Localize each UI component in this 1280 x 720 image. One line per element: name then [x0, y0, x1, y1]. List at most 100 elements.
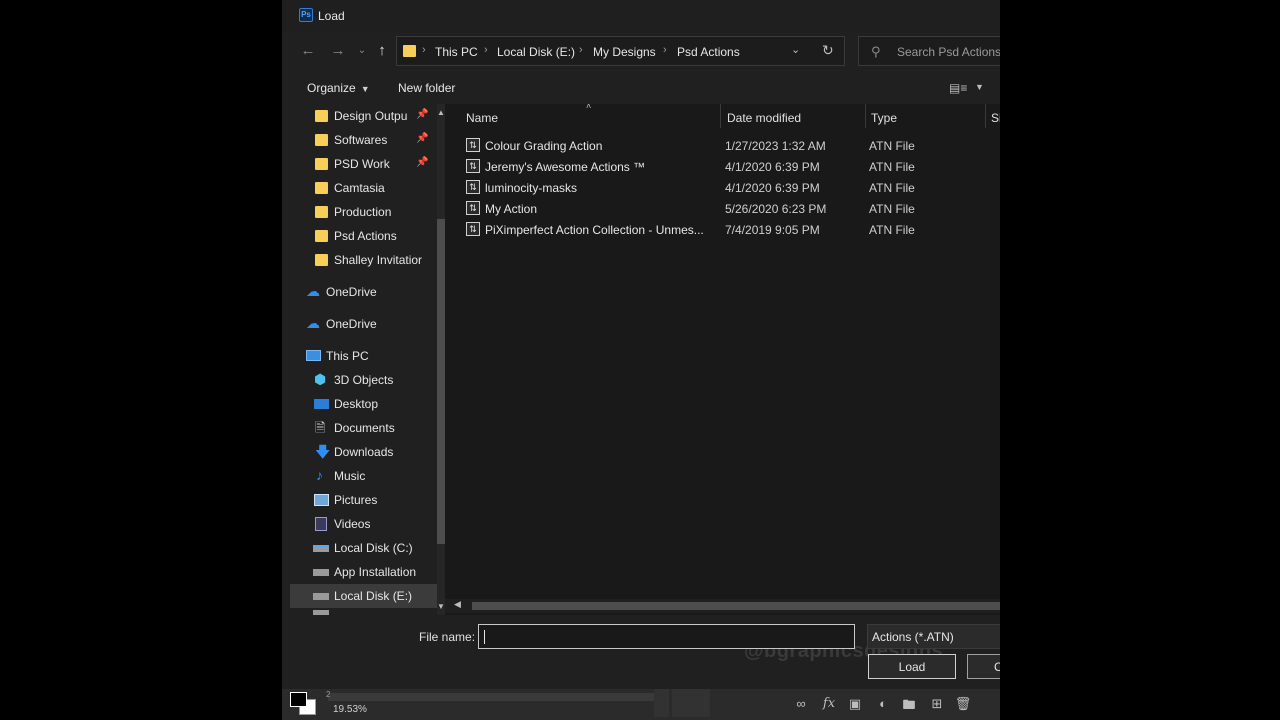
nav-item-3d-objects[interactable]: ⬢ 3D Objects — [290, 368, 437, 392]
file-row[interactable]: ⇅ Colour Grading Action 1/27/2023 1:32 A… — [461, 135, 1000, 156]
recent-locations-chevron-icon[interactable]: ⌄ — [352, 41, 372, 61]
column-divider[interactable] — [865, 104, 866, 128]
link-layers-icon[interactable]: ∞ — [792, 696, 810, 711]
address-dropdown-chevron-icon[interactable]: ⌄ — [791, 43, 800, 56]
scrollbar-thumb[interactable] — [437, 219, 445, 544]
nav-item-music[interactable]: ♪ Music — [290, 464, 437, 488]
nav-item-psd-work[interactable]: PSD Work 📌 — [290, 152, 437, 176]
view-options-caret-icon[interactable]: ▼ — [975, 82, 984, 92]
command-bar: Organize ▼ New folder ▤≡ ▼ — [282, 73, 1000, 103]
breadcrumb-chevron-icon[interactable]: › — [579, 44, 583, 56]
file-name: My Action — [485, 202, 538, 216]
folder-icon — [315, 254, 328, 266]
breadcrumb-psd-actions[interactable]: Psd Actions — [677, 45, 740, 59]
nav-item-this-pc[interactable]: This PC — [290, 344, 437, 368]
caret-down-icon: ▼ — [360, 84, 370, 94]
nav-item-psd-actions[interactable]: Psd Actions — [290, 224, 437, 248]
back-arrow-icon[interactable]: ← — [298, 41, 318, 61]
nav-item-softwares[interactable]: Softwares 📌 — [290, 128, 437, 152]
nav-item-documents[interactable]: 🗎 Documents — [290, 416, 437, 440]
new-group-folder-icon[interactable]: 🖿 — [900, 696, 918, 718]
file-date: 5/26/2020 6:23 PM — [725, 202, 827, 216]
organize-button[interactable]: Organize ▼ — [307, 81, 370, 95]
file-name: Jeremy's Awesome Actions ™ — [485, 160, 646, 174]
computer-icon — [306, 350, 321, 361]
new-layer-icon[interactable]: ⊞ — [928, 696, 946, 712]
dialog-footer: @bgraphicsdesigns File name: ⌄ Actions (… — [282, 615, 1000, 689]
scroll-down-icon[interactable]: ▼ — [437, 602, 445, 611]
atn-file-icon: ⇅ — [466, 222, 480, 236]
file-type-select[interactable]: Actions (*.ATN) — [867, 624, 1000, 649]
file-type: ATN File — [869, 223, 915, 237]
scroll-up-icon[interactable]: ▲ — [437, 108, 445, 117]
nav-item-onedrive-2[interactable]: ☁ OneDrive — [290, 312, 437, 336]
refresh-icon[interactable]: ↻ — [822, 42, 834, 59]
nav-item-app-installation[interactable]: App Installation — [290, 560, 437, 584]
breadcrumb-this-pc[interactable]: This PC — [435, 45, 478, 59]
file-name-input[interactable] — [483, 629, 833, 645]
file-row[interactable]: ⇅ Jeremy's Awesome Actions ™ 4/1/2020 6:… — [461, 156, 1000, 177]
column-header-size[interactable]: Si — [991, 111, 1000, 125]
file-row[interactable]: ⇅ PiXimperfect Action Collection - Unmes… — [461, 219, 1000, 240]
desktop-icon — [314, 399, 329, 409]
nav-item-camtasia[interactable]: Camtasia — [290, 176, 437, 200]
layer-effects-icon[interactable]: fx — [820, 696, 838, 711]
address-bar[interactable]: › This PC › Local Disk (E:) › My Designs… — [396, 36, 845, 66]
foreground-color-swatch[interactable] — [290, 692, 307, 707]
cancel-button[interactable]: C — [967, 654, 1000, 679]
file-type-value: Actions (*.ATN) — [872, 630, 954, 644]
navigation-pane: Design Outpu 📌 Softwares 📌 PSD Work 📌 Ca… — [290, 104, 445, 615]
nav-item-videos[interactable]: Videos — [290, 512, 437, 536]
nav-item-label: Production — [334, 205, 392, 219]
breadcrumb-chevron-icon[interactable]: › — [422, 44, 426, 56]
nav-item-partial[interactable] — [290, 608, 437, 615]
panel-cell — [672, 689, 710, 717]
nav-item-desktop[interactable]: Desktop — [290, 392, 437, 416]
column-header-name[interactable]: Name — [466, 111, 498, 125]
nav-item-label: OneDrive — [326, 285, 377, 299]
column-header-type[interactable]: Type — [871, 111, 897, 125]
change-view-icon[interactable]: ▤≡ — [949, 81, 967, 95]
column-divider[interactable] — [985, 104, 986, 128]
new-folder-button[interactable]: New folder — [398, 81, 455, 95]
nav-item-design-output[interactable]: Design Outpu 📌 — [290, 104, 437, 128]
window-title: Load — [318, 9, 345, 23]
scroll-left-icon[interactable]: ◀ — [454, 599, 461, 610]
pin-icon: 📌 — [416, 133, 429, 144]
scrollbar-thumb[interactable] — [472, 602, 1000, 610]
file-row[interactable]: ⇅ luminocity-masks 4/1/2020 6:39 PM ATN … — [461, 177, 1000, 198]
nav-item-local-disk-e[interactable]: Local Disk (E:) — [290, 584, 437, 608]
nav-pane-scrollbar[interactable]: ▲ ▼ — [437, 104, 445, 615]
breadcrumb-chevron-icon[interactable]: › — [663, 44, 667, 56]
breadcrumb-chevron-icon[interactable]: › — [484, 44, 488, 56]
nav-item-shalley-invitation[interactable]: Shalley Invitatior — [290, 248, 437, 272]
folder-icon — [315, 158, 328, 170]
column-header-date-modified[interactable]: Date modified — [727, 111, 801, 125]
nav-item-production[interactable]: Production — [290, 200, 437, 224]
photoshop-status-strip: 2 19.53% ∞ fx ▣ ◐ 🖿 ⊞ 🗑 — [282, 689, 1000, 720]
file-name-combobox[interactable]: ⌄ — [478, 624, 855, 649]
file-type: ATN File — [869, 139, 915, 153]
forward-arrow-icon[interactable]: → — [328, 41, 348, 61]
file-date: 4/1/2020 6:39 PM — [725, 160, 820, 174]
layer-mask-icon[interactable]: ▣ — [846, 696, 864, 712]
nav-item-downloads[interactable]: 🡇 Downloads — [290, 440, 437, 464]
trash-icon[interactable]: 🗑 — [954, 696, 972, 712]
column-divider[interactable] — [720, 104, 721, 128]
breadcrumb-local-disk-e[interactable]: Local Disk (E:) — [497, 45, 575, 59]
breadcrumb-my-designs[interactable]: My Designs — [593, 45, 656, 59]
up-arrow-icon[interactable]: ↑ — [372, 41, 392, 61]
folder-icon — [403, 45, 416, 57]
search-box[interactable]: ⚲ — [858, 36, 1000, 66]
load-button[interactable]: Load — [868, 654, 956, 679]
file-list-horizontal-scrollbar[interactable]: ◀ — [445, 599, 1000, 613]
search-input[interactable] — [897, 44, 1000, 60]
file-type: ATN File — [869, 160, 915, 174]
atn-file-icon: ⇅ — [466, 180, 480, 194]
nav-item-local-disk-c[interactable]: Local Disk (C:) — [290, 536, 437, 560]
nav-item-pictures[interactable]: Pictures — [290, 488, 437, 512]
file-row[interactable]: ⇅ My Action 5/26/2020 6:23 PM ATN File — [461, 198, 1000, 219]
nav-item-onedrive[interactable]: ☁ OneDrive — [290, 280, 437, 304]
folder-icon — [315, 134, 328, 146]
adjustment-layer-icon[interactable]: ◐ — [874, 696, 892, 711]
